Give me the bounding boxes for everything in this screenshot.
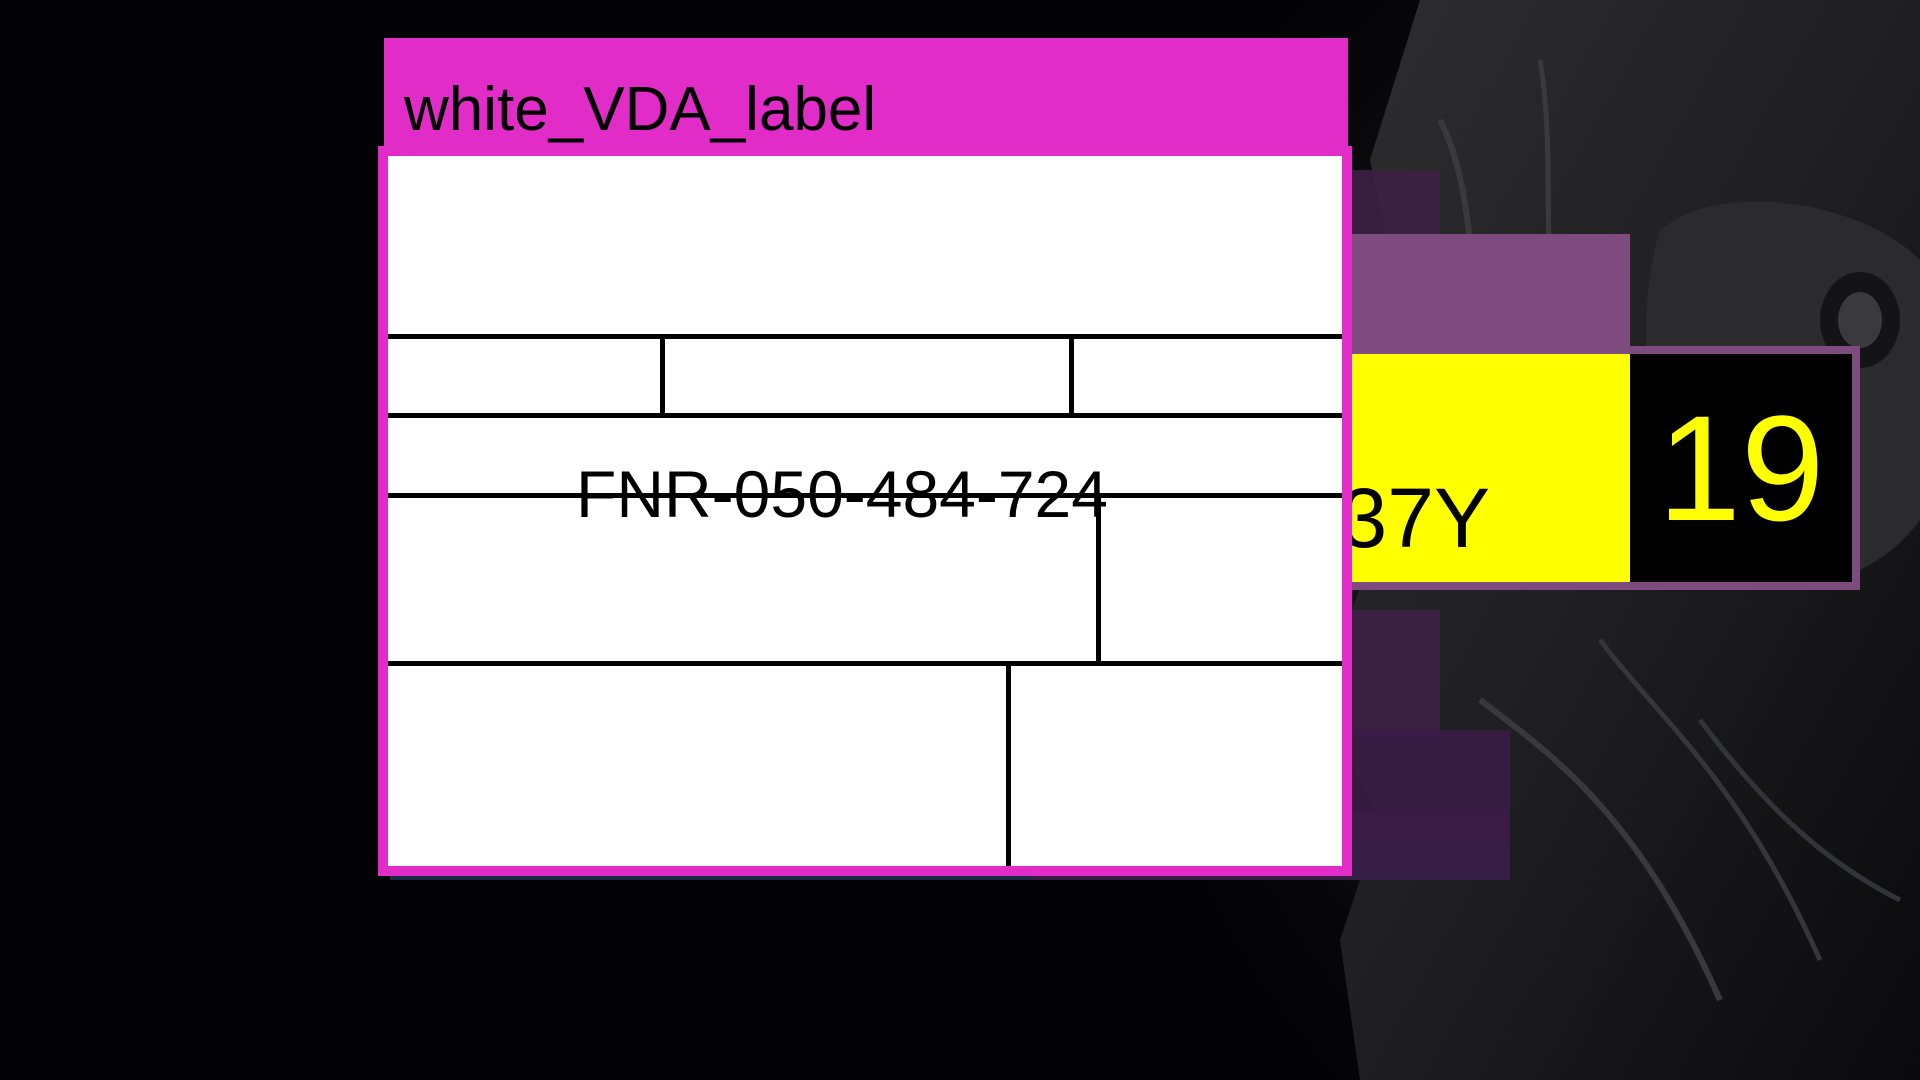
label-field-1: [388, 339, 660, 413]
label-divider: [388, 413, 1342, 418]
label-field-2: [665, 339, 1069, 413]
label-field-3: [1074, 339, 1342, 413]
canvas: el 37Y 19 white_VDA_label FNR-050-484-72…: [0, 0, 1920, 1080]
back-label-number: 19: [1657, 384, 1825, 552]
front-label-header[interactable]: white_VDA_label: [384, 38, 1348, 150]
back-label-body: 37Y 19: [1290, 346, 1860, 590]
back-label-code: 37Y: [1340, 471, 1490, 565]
back-label-title: el: [1310, 270, 1630, 337]
label-field-4: [388, 498, 1096, 661]
front-label-title: white_VDA_label: [404, 75, 877, 144]
front-label-body: FNR-050-484-724: [378, 146, 1352, 876]
label-field-6: [388, 666, 1006, 866]
label-field-header-area: [388, 156, 1342, 334]
front-label-card[interactable]: white_VDA_label FNR-050-484-724: [378, 38, 1352, 876]
label-field-5: [1101, 498, 1342, 661]
label-field-7: [1011, 666, 1342, 866]
back-label-card[interactable]: el 37Y 19: [1290, 234, 1860, 590]
